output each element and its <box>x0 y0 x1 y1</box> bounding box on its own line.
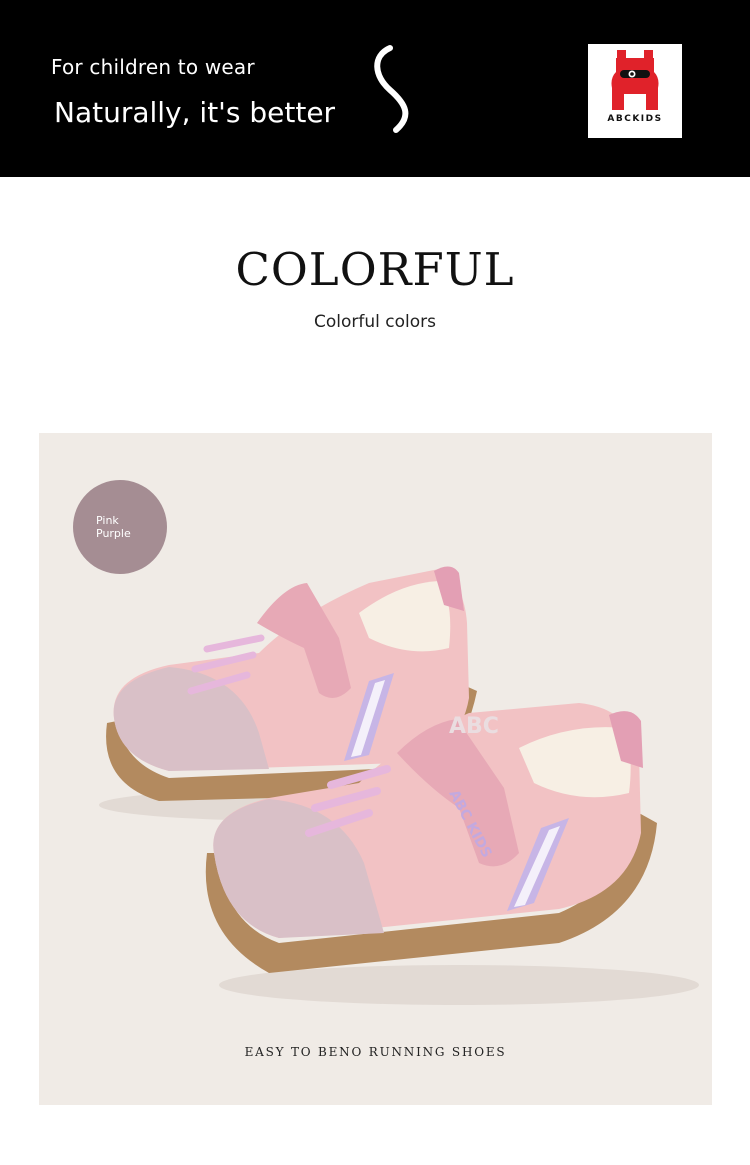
product-caption: EASY TO BENO RUNNING SHOES <box>244 1045 507 1059</box>
sneakers-illustration: ABC KIDS ABC <box>99 566 699 1005</box>
logo-text: ABCKIDS <box>607 114 663 124</box>
abckids-logo: ABCKIDS <box>588 44 682 138</box>
decorative-s-glyph <box>374 45 409 133</box>
product-photo: Pink Purple ABC KIDS ABC EASY TO BENO RU… <box>39 433 712 1105</box>
top-banner: For children to wear Naturally, it's bet… <box>0 0 750 177</box>
banner-headline: Naturally, it's better <box>54 96 336 129</box>
banner-subtitle: For children to wear <box>51 55 255 79</box>
heel-print-text: ABC <box>449 714 499 739</box>
section-title: COLORFUL <box>235 243 515 296</box>
section-subtitle: Colorful colors <box>314 312 436 332</box>
